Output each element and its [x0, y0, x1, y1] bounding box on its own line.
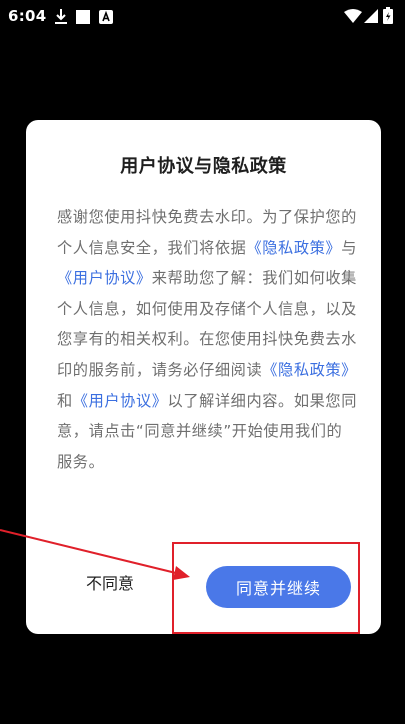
signal-icon	[364, 9, 378, 23]
user-agreement-link[interactable]: 《用户协议》	[73, 392, 168, 410]
disagree-button[interactable]: 不同意	[86, 570, 134, 594]
dialog-title: 用户协议与隐私政策	[120, 156, 287, 177]
body-text: 与	[341, 238, 357, 257]
download-icon	[55, 9, 67, 24]
body-text: 和	[57, 391, 73, 410]
privacy-policy-link[interactable]: 《隐私政策》	[246, 239, 341, 257]
wifi-icon	[344, 9, 362, 23]
privacy-policy-link[interactable]: 《隐私政策》	[262, 361, 357, 379]
square-icon	[76, 10, 90, 24]
dialog-body: 感谢您使用抖快免费去水印。为了保护您的个人信息安全，我们将依据《隐私政策》与《用…	[57, 202, 357, 477]
user-agreement-link[interactable]: 《用户协议》	[57, 269, 152, 287]
annotation-highlight-box	[172, 542, 360, 634]
status-time: 6:04	[8, 7, 47, 25]
status-bar: 6:04	[0, 0, 405, 36]
battery-icon	[383, 7, 393, 24]
a-badge-icon	[99, 10, 113, 24]
